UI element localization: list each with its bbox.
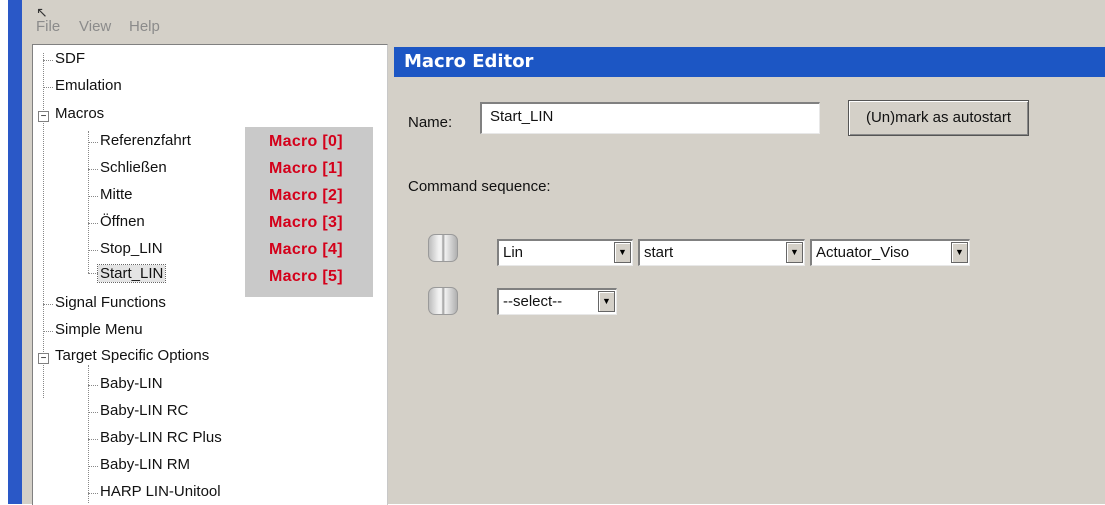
command-select-new[interactable]: --select-- ▼: [497, 288, 617, 315]
tree-line: [43, 87, 53, 88]
tree-item-macros[interactable]: Macros: [55, 105, 104, 122]
app-window: ↖ File View Help SDF Emulation − Macros …: [22, 0, 1105, 505]
tree-line: [88, 250, 98, 251]
command-select-target-value: Actuator_Viso: [816, 244, 910, 261]
command-select-type-value: Lin: [503, 244, 524, 261]
collapse-icon[interactable]: −: [38, 111, 49, 122]
name-label: Name:: [408, 114, 453, 131]
chevron-down-icon[interactable]: ▼: [951, 242, 968, 263]
navigation-tree: SDF Emulation − Macros Referenzfahrt Sch…: [32, 44, 388, 505]
command-select-type[interactable]: Lin ▼: [497, 239, 633, 266]
tree-item-mitte[interactable]: Mitte: [100, 186, 133, 203]
tree-item-oeffnen[interactable]: Öffnen: [100, 213, 145, 230]
autostart-button[interactable]: (Un)mark as autostart: [848, 100, 1029, 136]
tree-line: [88, 196, 98, 197]
tree-line: [43, 53, 44, 398]
tree-line: [88, 466, 98, 467]
command-sequence-label: Command sequence:: [408, 178, 551, 195]
tree-line: [88, 412, 98, 413]
tree-item-harp-lin-unitool[interactable]: HARP LIN-Unitool: [100, 483, 221, 500]
editor-title: Macro Editor: [394, 47, 1105, 77]
menu-file[interactable]: File: [36, 18, 60, 35]
command-select-action[interactable]: start ▼: [638, 239, 805, 266]
tree-item-baby-lin-rc[interactable]: Baby-LIN RC: [100, 402, 188, 419]
collapse-icon[interactable]: −: [38, 353, 49, 364]
left-edge: [0, 0, 22, 504]
tree-line: [88, 385, 98, 386]
menu-bar: ↖ File View Help: [22, 0, 1105, 44]
tree-item-emulation[interactable]: Emulation: [55, 77, 122, 94]
menu-view[interactable]: View: [79, 18, 111, 35]
tree-line: [88, 223, 98, 224]
tree-item-referenzfahrt[interactable]: Referenzfahrt: [100, 132, 191, 149]
menu-help[interactable]: Help: [129, 18, 160, 35]
tree-item-simple-menu[interactable]: Simple Menu: [55, 321, 143, 338]
tree-item-target-specific-options[interactable]: Target Specific Options: [55, 347, 209, 364]
tree-line: [88, 493, 98, 494]
tree-line: [88, 273, 98, 274]
drag-handle-icon[interactable]: [428, 234, 458, 262]
drag-handle-icon[interactable]: [428, 287, 458, 315]
tree-line: [88, 142, 98, 143]
macro-label: Macro [3]: [269, 214, 343, 231]
tree-item-stop-lin[interactable]: Stop_LIN: [100, 240, 163, 257]
tree-item-schliessen[interactable]: Schließen: [100, 159, 167, 176]
chevron-down-icon[interactable]: ▼: [786, 242, 803, 263]
tree-line: [88, 131, 89, 273]
tree-line: [88, 439, 98, 440]
tree-line: [43, 331, 53, 332]
tree-item-baby-lin[interactable]: Baby-LIN: [100, 375, 163, 392]
macro-label: Macro [2]: [269, 187, 343, 204]
macro-label: Macro [5]: [269, 268, 343, 285]
tree-item-baby-lin-rc-plus[interactable]: Baby-LIN RC Plus: [100, 429, 222, 446]
tree-item-baby-lin-rm[interactable]: Baby-LIN RM: [100, 456, 190, 473]
command-select-action-value: start: [644, 244, 674, 261]
macro-label: Macro [1]: [269, 160, 343, 177]
chevron-down-icon[interactable]: ▼: [598, 291, 615, 312]
tree-item-sdf[interactable]: SDF: [55, 50, 85, 67]
desktop-edge: [8, 0, 22, 504]
macro-label: Macro [4]: [269, 241, 343, 258]
macro-editor-panel: Macro Editor Name: Start_LIN (Un)mark as…: [394, 44, 1105, 504]
command-select-target[interactable]: Actuator_Viso ▼: [810, 239, 970, 266]
tree-item-signal-functions[interactable]: Signal Functions: [55, 294, 166, 311]
tree-item-start-lin[interactable]: Start_LIN: [96, 264, 167, 283]
command-select-new-value: --select--: [503, 293, 563, 310]
name-input[interactable]: Start_LIN: [480, 102, 820, 134]
tree-line: [88, 169, 98, 170]
macro-label: Macro [0]: [269, 133, 343, 150]
chevron-down-icon[interactable]: ▼: [614, 242, 631, 263]
tree-line: [43, 60, 53, 61]
macro-annotation: Macro [0] Macro [1] Macro [2] Macro [3] …: [245, 127, 373, 297]
tree-line: [43, 304, 53, 305]
